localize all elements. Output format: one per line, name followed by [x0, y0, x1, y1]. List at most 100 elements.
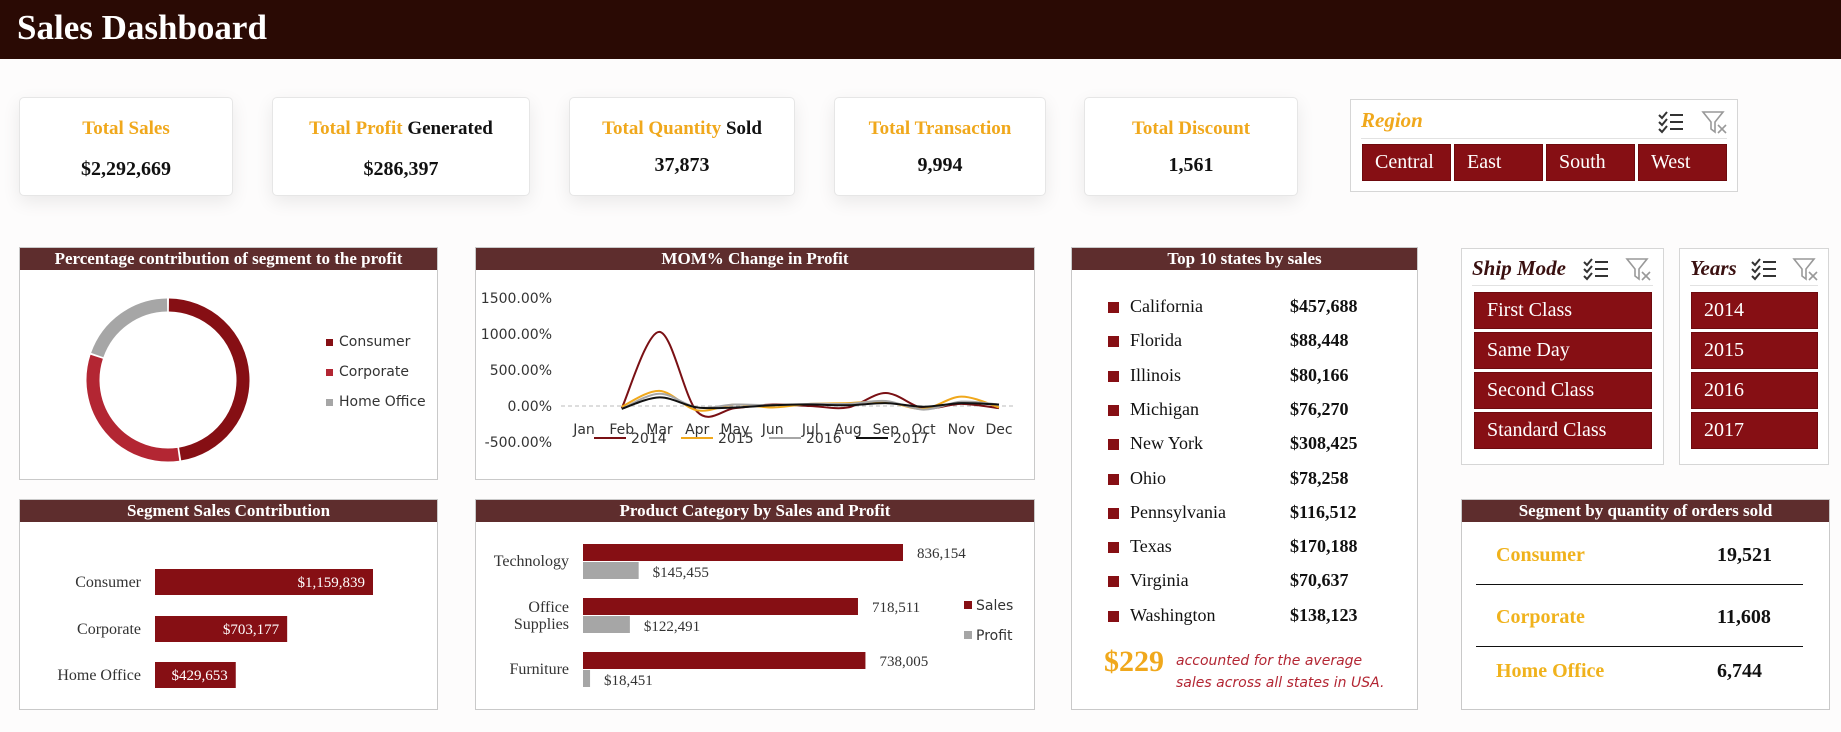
- multi-select-icon[interactable]: [1750, 257, 1778, 281]
- state-marker: [1108, 439, 1119, 451]
- slicer-divider: [1690, 285, 1818, 286]
- year-option-2017[interactable]: 2017: [1691, 412, 1818, 449]
- segment-value: 11,608: [1717, 606, 1771, 628]
- sales-bar: [583, 598, 858, 615]
- region-option-central[interactable]: Central: [1362, 144, 1451, 181]
- state-name: Ohio: [1130, 467, 1166, 488]
- segment-row-consumer: Consumer 19,521: [1462, 536, 1829, 576]
- slicer-title: Ship Mode: [1472, 256, 1566, 280]
- legend-label-profit: Profit: [976, 628, 1013, 644]
- y-tick-label: 1000.00%: [481, 327, 552, 343]
- y-tick-label: 1500.00%: [481, 291, 552, 307]
- region-option-east[interactable]: East: [1454, 144, 1543, 181]
- state-name: Virginia: [1130, 570, 1189, 591]
- category-label: Furniture: [509, 661, 569, 678]
- state-marker: [1108, 302, 1119, 313]
- ship-mode-option-second-class[interactable]: Second Class: [1474, 372, 1652, 409]
- ship-mode-option-standard-class[interactable]: Standard Class: [1474, 412, 1652, 449]
- state-sales-value: $116,512: [1290, 501, 1357, 522]
- category-label: Technology: [494, 553, 569, 570]
- state-marker: [1108, 507, 1119, 519]
- state-marker: [1108, 542, 1119, 554]
- kpi-value: 1,561: [1168, 154, 1214, 176]
- kpi-label: Total Profit Generated: [309, 118, 493, 139]
- sales-bar: [583, 544, 903, 561]
- profit-value-label: $18,451: [604, 673, 653, 689]
- top-states-panel: Top 10 states by sales California $457,68…: [1071, 247, 1418, 710]
- header-bar: Sales Dashboard: [0, 0, 1841, 59]
- donut-slice-corporate: [86, 354, 180, 462]
- sales-value-label: 738,005: [879, 654, 928, 670]
- segment-row-corporate: Corporate 11,608: [1462, 598, 1829, 638]
- segment-name: Corporate: [1496, 606, 1585, 628]
- category-label: Office: [528, 599, 569, 616]
- region-option-south[interactable]: South: [1546, 144, 1635, 181]
- y-tick-label: 0.00%: [508, 399, 552, 415]
- segment-value: 19,521: [1717, 544, 1772, 566]
- kpi-label: Total Transaction: [868, 118, 1012, 139]
- year-option-2014[interactable]: 2014: [1691, 292, 1818, 329]
- x-tick-label: Jun: [761, 422, 784, 438]
- kpi-value: 37,873: [654, 154, 710, 176]
- region-option-west[interactable]: West: [1638, 144, 1727, 181]
- legend-swatch: [326, 398, 333, 406]
- category-label: Home Office: [57, 667, 141, 684]
- panel-title: Segment Sales Contribution: [20, 500, 437, 522]
- state-sales-value: $138,123: [1290, 604, 1358, 625]
- legend-label-2017: 2017: [893, 431, 929, 447]
- kpi-card-total-discount: Total Discount 1,561: [1084, 97, 1298, 196]
- state-marker: [1108, 404, 1119, 416]
- profit-value-label: $145,455: [653, 565, 709, 581]
- state-marker: [1108, 336, 1119, 348]
- bar-value-label: $429,653: [172, 668, 228, 684]
- legend-item-home-office: Home Office: [326, 394, 426, 410]
- state-marker: [1108, 610, 1119, 622]
- segment-row-home-office: Home Office 6,744: [1462, 652, 1829, 692]
- segment-divider: [1476, 646, 1803, 647]
- multi-select-icon[interactable]: [1582, 257, 1610, 281]
- kpi-card-total-transaction: Total Transaction 9,994: [834, 97, 1046, 196]
- kpi-value: $286,397: [363, 158, 439, 180]
- multi-select-icon[interactable]: [1657, 110, 1685, 134]
- segment-name: Home Office: [1496, 660, 1605, 682]
- profit-bar: [583, 616, 630, 633]
- y-tick-label: -500.00%: [485, 435, 552, 451]
- profit-value-label: $122,491: [644, 619, 700, 635]
- clear-filter-icon[interactable]: [1701, 110, 1729, 134]
- kpi-value: 9,994: [917, 154, 963, 176]
- legend-label-2016: 2016: [806, 431, 842, 447]
- legend-swatch: [326, 368, 333, 376]
- segment-quantity-panel: Segment by quantity of orders sold Consu…: [1461, 499, 1830, 710]
- state-marker: [1108, 576, 1119, 588]
- state-marker: [1108, 370, 1119, 382]
- legend-label-2015: 2015: [718, 431, 754, 447]
- mom-profit-panel: MOM% Change in Profit 1500.00% 1000.00% 50…: [475, 247, 1035, 480]
- bar-value-label: $703,177: [223, 622, 280, 638]
- year-option-2015[interactable]: 2015: [1691, 332, 1818, 369]
- state-sales-value: $78,258: [1290, 467, 1349, 488]
- profit-bar: [583, 670, 591, 687]
- region-slicer: Region Central East South West: [1350, 99, 1738, 192]
- state-name: Michigan: [1130, 398, 1199, 419]
- panel-title: Product Category by Sales and Profit: [476, 500, 1034, 522]
- donut-slice-consumer: [168, 298, 250, 461]
- state-name: New York: [1130, 433, 1204, 454]
- state-name: Pennsylvania: [1130, 501, 1226, 522]
- year-option-2016[interactable]: 2016: [1691, 372, 1818, 409]
- state-sales-value: $70,637: [1290, 570, 1349, 591]
- ship-mode-option-same-day[interactable]: Same Day: [1474, 332, 1652, 369]
- legend-swatch-profit: [964, 631, 972, 639]
- legend-swatch-sales: [964, 601, 972, 609]
- state-sales-value: $80,166: [1290, 364, 1349, 385]
- panel-title: MOM% Change in Profit: [476, 248, 1034, 270]
- average-sales-value: $229: [1104, 645, 1164, 678]
- x-tick-label: Nov: [948, 422, 975, 438]
- segment-name: Consumer: [1496, 544, 1585, 566]
- clear-filter-icon[interactable]: [1792, 257, 1820, 281]
- clear-filter-icon[interactable]: [1625, 257, 1653, 281]
- category-label: Consumer: [75, 574, 141, 591]
- sales-value-label: 718,511: [872, 600, 920, 616]
- state-name: Texas: [1130, 536, 1172, 557]
- ship-mode-option-first-class[interactable]: First Class: [1474, 292, 1652, 329]
- legend-item-consumer: Consumer: [326, 334, 410, 350]
